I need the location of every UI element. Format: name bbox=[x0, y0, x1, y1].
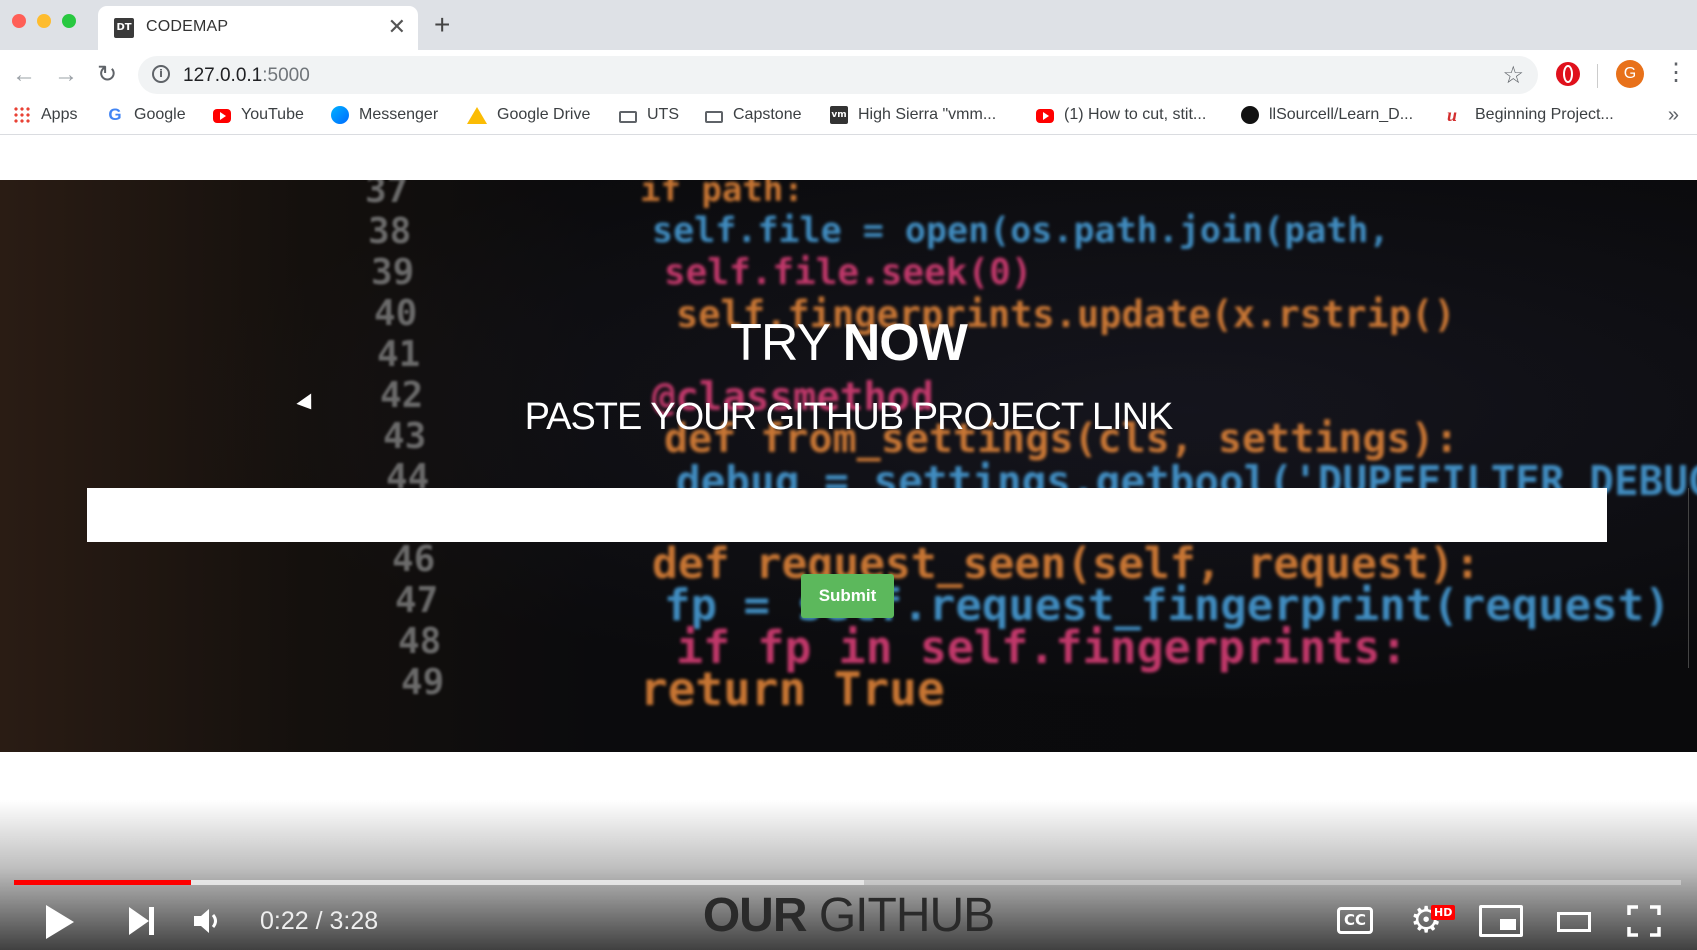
google-drive-icon bbox=[467, 106, 487, 124]
submit-button[interactable]: Submit bbox=[801, 574, 894, 618]
bookmarks-overflow-icon[interactable]: » bbox=[1668, 104, 1679, 127]
bookmark-label: High Sierra "vmm... bbox=[858, 106, 997, 123]
fullscreen-icon[interactable] bbox=[1627, 905, 1661, 937]
github-icon bbox=[1241, 106, 1259, 124]
code-line-text: self.file.seek(0) bbox=[664, 252, 1033, 293]
site-info-icon[interactable]: i bbox=[152, 65, 170, 83]
toolbar-divider bbox=[1597, 64, 1598, 88]
google-icon: G bbox=[108, 105, 122, 124]
volume-icon[interactable] bbox=[192, 906, 222, 936]
bookmark-youtube[interactable]: YouTube bbox=[213, 106, 304, 124]
code-line-text: self.file = open(os.path.join(path, bbox=[652, 211, 1390, 251]
bookmark-messenger[interactable]: Messenger bbox=[331, 106, 438, 124]
code-line-number: 47 bbox=[395, 580, 439, 621]
window-minimize-button[interactable] bbox=[37, 14, 51, 28]
bookmark-label: Google Drive bbox=[497, 106, 591, 123]
opera-extension-icon[interactable] bbox=[1556, 62, 1580, 86]
profile-avatar[interactable]: G bbox=[1616, 60, 1644, 88]
bookmark-google-drive[interactable]: Google Drive bbox=[467, 106, 590, 124]
reload-icon[interactable]: ↻ bbox=[97, 60, 117, 90]
hero-section: 37 if path: 38 self.file = open(os.path.joi… bbox=[0, 180, 1697, 752]
browser-toolbar: ← → ↻ i 127.0.0.1:5000 ☆ G ⋮ bbox=[0, 50, 1697, 100]
bookmark-label: llSourcell/Learn_D... bbox=[1269, 106, 1414, 123]
bookmark-learn-d[interactable]: llSourcell/Learn_D... bbox=[1241, 106, 1413, 124]
bookmark-label: Beginning Project... bbox=[1475, 106, 1614, 123]
tab-close-icon[interactable]: ✕ bbox=[388, 14, 406, 40]
messenger-icon bbox=[331, 106, 349, 124]
folder-icon bbox=[705, 110, 723, 123]
next-video-icon[interactable] bbox=[129, 907, 154, 935]
github-link-input[interactable] bbox=[87, 488, 1607, 542]
code-line-number: 49 bbox=[401, 662, 445, 703]
bookmark-apps[interactable]: Apps bbox=[13, 106, 77, 124]
address-url[interactable]: 127.0.0.1:5000 bbox=[183, 65, 310, 87]
bookmark-star-icon[interactable]: ☆ bbox=[1502, 61, 1524, 90]
video-progress-bar[interactable] bbox=[14, 880, 1681, 885]
theater-mode-icon[interactable] bbox=[1557, 912, 1591, 932]
code-line-number: 38 bbox=[368, 211, 412, 252]
youtube-icon bbox=[1036, 109, 1054, 123]
video-played-bar bbox=[14, 880, 191, 885]
bookmark-label: Messenger bbox=[359, 106, 439, 123]
section-heading-light: GITHUB bbox=[806, 889, 995, 942]
window-close-button[interactable] bbox=[12, 14, 26, 28]
bookmark-label: Google bbox=[134, 106, 186, 123]
folder-icon bbox=[619, 110, 637, 123]
hero-title: TRY NOW bbox=[0, 313, 1697, 373]
code-line-text: return True bbox=[640, 662, 945, 716]
bookmark-label: (1) How to cut, stit... bbox=[1064, 106, 1207, 123]
udacity-icon: u bbox=[1447, 105, 1458, 125]
play-icon[interactable] bbox=[46, 905, 74, 939]
browser-tab-strip: DT CODEMAP ✕ + bbox=[0, 0, 1697, 50]
bookmark-label: UTS bbox=[647, 106, 679, 123]
back-arrow-icon[interactable]: ← bbox=[12, 60, 36, 90]
bookmark-how-to-cut[interactable]: (1) How to cut, stit... bbox=[1036, 106, 1206, 124]
apps-grid-icon bbox=[13, 106, 31, 124]
code-line-number: 39 bbox=[371, 252, 415, 293]
code-line-number: 48 bbox=[398, 621, 442, 662]
bookmark-high-sierra[interactable]: vm High Sierra "vmm... bbox=[830, 106, 996, 124]
address-bar[interactable]: i 127.0.0.1:5000 ☆ bbox=[138, 56, 1538, 94]
bookmark-capstone[interactable]: Capstone bbox=[705, 106, 802, 124]
bookmark-label: Apps bbox=[41, 106, 78, 123]
url-host: 127.0.0.1 bbox=[183, 65, 263, 86]
captions-icon[interactable]: CC bbox=[1337, 907, 1373, 934]
code-line-number: 46 bbox=[392, 539, 436, 580]
tab-title: CODEMAP bbox=[146, 18, 229, 35]
miniplayer-icon[interactable] bbox=[1479, 905, 1523, 937]
bookmark-label: Capstone bbox=[733, 106, 802, 123]
browser-tab-codemap[interactable]: DT CODEMAP ✕ bbox=[98, 6, 418, 50]
window-maximize-button[interactable] bbox=[62, 14, 76, 28]
hero-title-bold: NOW bbox=[842, 314, 968, 372]
forward-arrow-icon[interactable]: → bbox=[54, 60, 78, 90]
code-line-number: 37 bbox=[365, 180, 409, 211]
video-time-display: 0:22 / 3:28 bbox=[260, 907, 379, 935]
hd-badge: HD bbox=[1431, 905, 1456, 920]
url-port: :5000 bbox=[262, 65, 310, 86]
bookmarks-bar: Apps G Google YouTube Messenger Google D… bbox=[0, 100, 1697, 135]
browser-menu-icon[interactable]: ⋮ bbox=[1664, 58, 1688, 88]
youtube-icon bbox=[213, 109, 231, 123]
tab-favicon-icon: DT bbox=[114, 18, 134, 38]
code-line-text: if path: bbox=[640, 180, 804, 210]
bookmark-google[interactable]: G Google bbox=[106, 105, 186, 124]
section-heading-bold: OUR bbox=[702, 889, 808, 942]
bookmark-label: YouTube bbox=[241, 106, 304, 123]
bookmark-beginning-project[interactable]: u Beginning Project... bbox=[1447, 106, 1614, 124]
vm-icon: vm bbox=[830, 106, 848, 124]
bookmark-uts[interactable]: UTS bbox=[619, 106, 679, 124]
hero-subtitle: PASTE YOUR GITHUB PROJECT LINK bbox=[524, 396, 1174, 438]
page-navbar bbox=[0, 135, 1697, 181]
new-tab-button[interactable]: + bbox=[434, 10, 450, 40]
hero-scroll-edge bbox=[1688, 488, 1697, 668]
hero-title-light: TRY bbox=[730, 314, 843, 372]
